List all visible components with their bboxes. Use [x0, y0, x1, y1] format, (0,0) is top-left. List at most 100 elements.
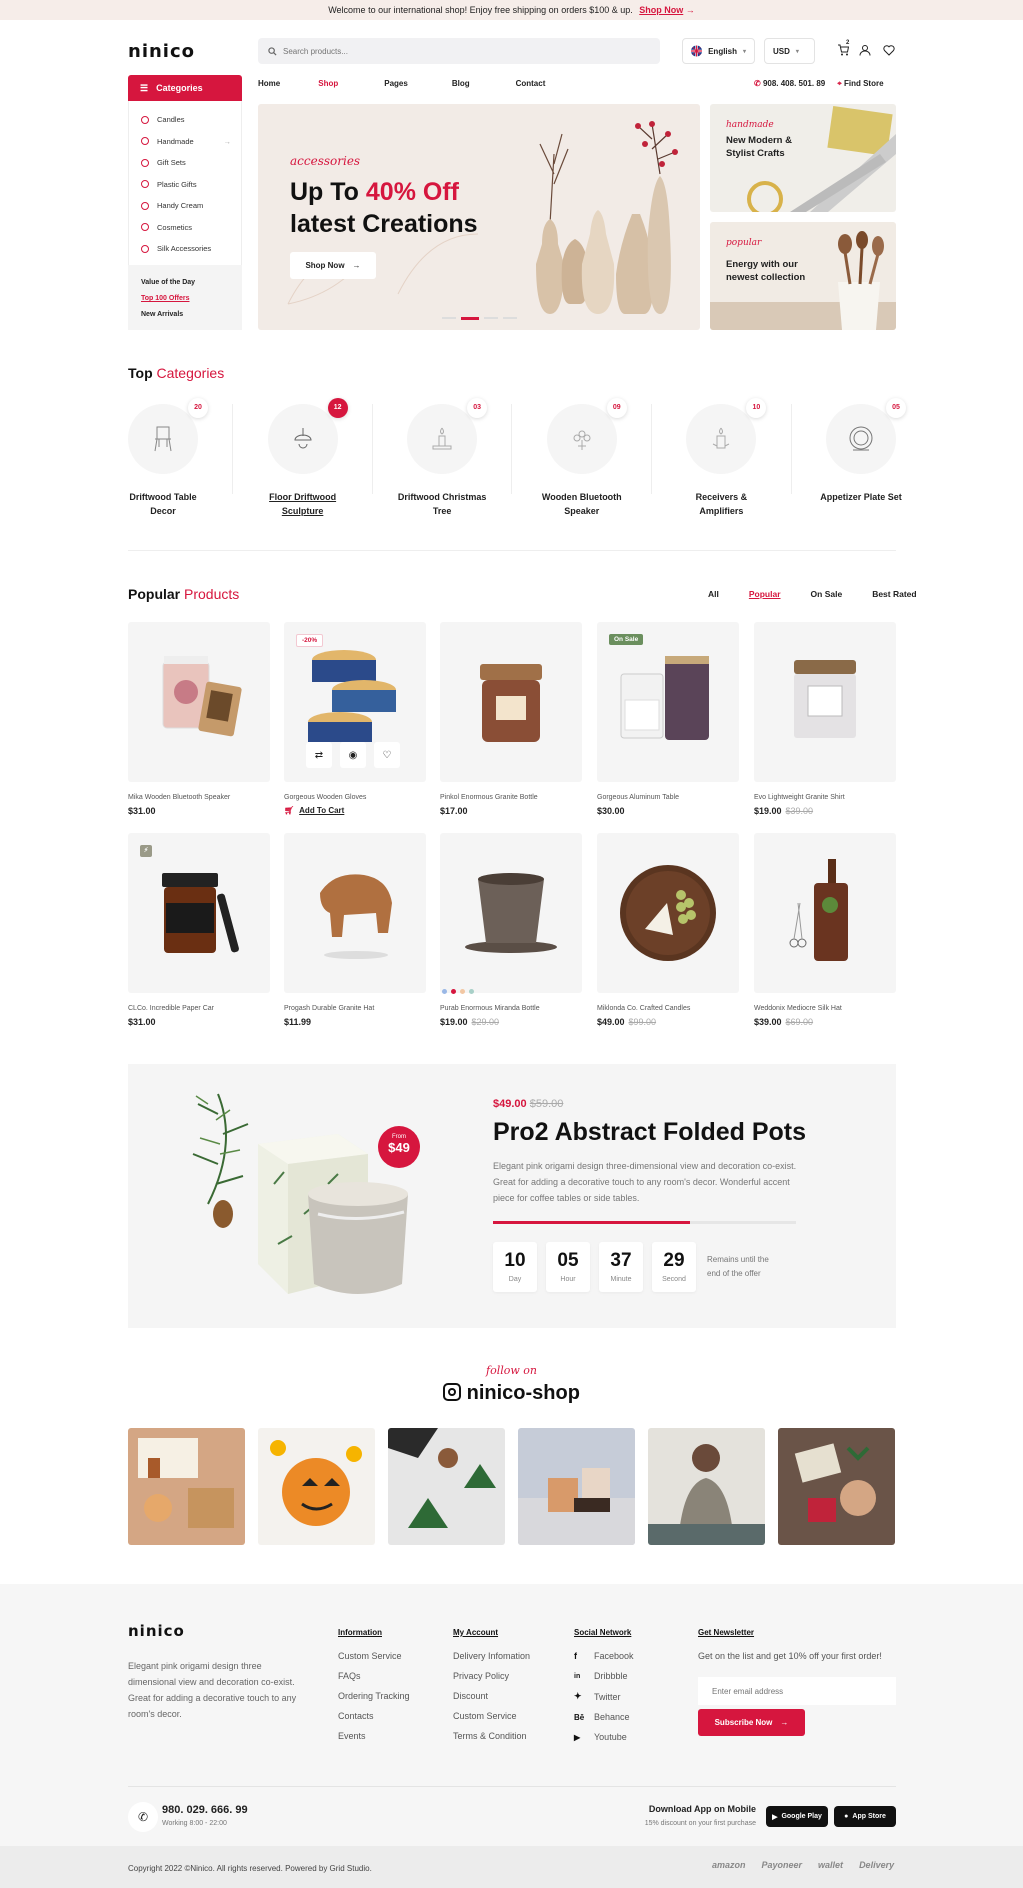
product-name[interactable]: Evo Lightweight Granite Shirt — [754, 794, 896, 801]
tab-popular[interactable]: Popular — [749, 589, 781, 599]
product-card[interactable]: Mika Wooden Bluetooth Speaker $31.00 — [128, 622, 270, 816]
nav-blog[interactable]: Blog — [452, 79, 470, 88]
footer-link[interactable]: FAQs — [338, 1671, 410, 1681]
nav-shop[interactable]: Shop — [318, 79, 338, 88]
instagram-photo[interactable] — [778, 1428, 895, 1545]
google-play-button[interactable]: ▶ Google Play — [766, 1806, 828, 1827]
email-input[interactable] — [698, 1677, 896, 1705]
product-name[interactable]: Mika Wooden Bluetooth Speaker — [128, 794, 270, 801]
product-image[interactable] — [597, 833, 739, 993]
compare-icon[interactable]: ⇄ — [306, 742, 332, 768]
instagram-photo[interactable] — [518, 1428, 635, 1545]
top-category-item[interactable]: 20 Driftwood Table Decor — [128, 398, 208, 518]
product-name[interactable]: Pinkol Enormous Granite Bottle — [440, 794, 582, 801]
category-item-handy-cream[interactable]: Handy Cream — [129, 195, 241, 217]
footer-phone[interactable]: 980. 029. 666. 99 — [162, 1804, 248, 1816]
footer-link[interactable]: Contacts — [338, 1711, 410, 1721]
category-item-candles[interactable]: Candles — [129, 109, 241, 131]
instagram-photo[interactable] — [128, 1428, 245, 1545]
footer-logo[interactable]: ninico — [128, 1622, 185, 1640]
product-image[interactable] — [754, 622, 896, 782]
footer-link[interactable]: Custom Service — [338, 1651, 410, 1661]
user-icon[interactable] — [859, 44, 871, 56]
product-name[interactable]: Purab Enormous Miranda Bottle — [440, 1005, 582, 1012]
search-input[interactable] — [283, 46, 660, 56]
popular-banner[interactable]: popular Energy with our newest collectio… — [710, 222, 896, 330]
slider-dot[interactable] — [503, 317, 517, 319]
new-arrivals-link[interactable]: New Arrivals — [141, 307, 229, 323]
product-image[interactable] — [128, 622, 270, 782]
category-item-plastic-gifts[interactable]: Plastic Gifts — [129, 174, 241, 196]
instagram-handle[interactable]: ninico-shop — [0, 1382, 1023, 1405]
nav-pages[interactable]: Pages — [384, 79, 408, 88]
social-behance[interactable]: Bē Behance — [574, 1712, 634, 1722]
social-twitter[interactable]: ✦ Twitter — [574, 1691, 634, 1702]
app-store-button[interactable]: ● App Store — [834, 1806, 896, 1827]
footer-link[interactable]: Custom Service — [453, 1711, 530, 1721]
product-name[interactable]: CLCo. Incredible Paper Car — [128, 1005, 270, 1012]
product-name[interactable]: Weddonix Mediocre Silk Hat — [754, 1005, 896, 1012]
product-image[interactable] — [440, 833, 582, 993]
instagram-photo[interactable] — [388, 1428, 505, 1545]
add-to-cart-button[interactable]: 🛒︎ Add To Cart — [284, 806, 426, 815]
category-item-cosmetics[interactable]: Cosmetics — [129, 217, 241, 239]
shop-now-link[interactable]: Shop Now — [639, 5, 683, 15]
tab-best-rated[interactable]: Best Rated — [872, 589, 916, 599]
product-image[interactable] — [284, 833, 426, 993]
currency-select[interactable]: USD ▾ — [764, 38, 815, 64]
product-card[interactable]: On Sale Gorgeous Aluminum Table $30.00 — [597, 622, 739, 816]
category-item-handmade[interactable]: Handmade → — [129, 131, 241, 153]
nav-home[interactable]: Home — [258, 79, 280, 88]
subscribe-button[interactable]: Subscribe Now → — [698, 1709, 805, 1736]
product-name[interactable]: Progash Durable Granite Hat — [284, 1005, 426, 1012]
footer-link[interactable]: Ordering Tracking — [338, 1691, 410, 1701]
footer-link[interactable]: Delivery Infomation — [453, 1651, 530, 1661]
top-offers-link[interactable]: Top 100 Offers — [141, 291, 229, 307]
slider-dot[interactable] — [442, 317, 456, 319]
top-category-item[interactable]: 12 Floor Driftwood Sculpture — [267, 398, 348, 518]
social-facebook[interactable]: f Facebook — [574, 1651, 634, 1661]
slider-dot[interactable] — [484, 317, 498, 319]
product-card[interactable]: Miklonda Co. Crafted Candles $49.00 $99.0… — [597, 833, 739, 1027]
product-image[interactable]: On Sale — [597, 622, 739, 782]
heart-icon[interactable]: ♡ — [374, 742, 400, 768]
swatch[interactable] — [469, 989, 474, 994]
category-item-silk-accessories[interactable]: Silk Accessories — [129, 238, 241, 260]
nav-contact[interactable]: Contact — [516, 79, 546, 88]
product-card[interactable]: Purab Enormous Miranda Bottle $19.00 $29.… — [440, 833, 582, 1027]
product-card[interactable]: Weddonix Mediocre Silk Hat $39.00 $69.00 — [754, 833, 896, 1027]
tab-all[interactable]: All — [708, 589, 719, 599]
slider-dot-active[interactable] — [461, 317, 479, 320]
product-name[interactable]: Gorgeous Aluminum Table — [597, 794, 739, 801]
heart-icon[interactable] — [883, 44, 895, 56]
product-image[interactable] — [754, 833, 896, 993]
product-card[interactable]: Progash Durable Granite Hat $11.99 — [284, 833, 426, 1027]
swatch[interactable] — [460, 989, 465, 994]
footer-link[interactable]: Events — [338, 1731, 410, 1741]
top-category-item[interactable]: 03 Driftwood Christmas Tree — [398, 398, 488, 518]
instagram-photo[interactable] — [258, 1428, 375, 1545]
hero-shop-now-button[interactable]: Shop Now → — [290, 252, 376, 279]
eye-icon[interactable]: ◉ — [340, 742, 366, 768]
product-image[interactable]: -20% ⇄ ◉ ♡ — [284, 622, 426, 782]
find-store-link[interactable]: ⌖ Find Store — [837, 79, 883, 89]
footer-link[interactable]: Terms & Condition — [453, 1731, 530, 1741]
logo[interactable]: ninico — [128, 41, 195, 62]
swatch[interactable] — [442, 989, 447, 994]
product-card[interactable]: Pinkol Enormous Granite Bottle $17.00 — [440, 622, 582, 816]
top-category-item[interactable]: 05 Appetizer Plate Set — [820, 398, 906, 504]
product-name[interactable]: Gorgeous Wooden Gloves — [284, 794, 426, 801]
language-select[interactable]: English ▾ — [682, 38, 755, 64]
instagram-photo[interactable] — [648, 1428, 765, 1545]
top-category-item[interactable]: 09 Wooden Bluetooth Speaker — [542, 398, 627, 518]
swatch[interactable] — [451, 989, 456, 994]
phone-link[interactable]: ✆ 908. 408. 501. 89 — [754, 79, 825, 89]
product-card[interactable]: ⚡︎ CLCo. Incredible Paper Car $31.00 — [128, 833, 270, 1027]
category-item-gift-sets[interactable]: Gift Sets — [129, 152, 241, 174]
social-dribbble[interactable]: in Dribbble — [574, 1671, 634, 1681]
product-name[interactable]: Miklonda Co. Crafted Candles — [597, 1005, 739, 1012]
product-card[interactable]: Evo Lightweight Granite Shirt $19.00 $39.… — [754, 622, 896, 816]
handmade-banner[interactable]: handmade New Modern & Stylist Crafts — [710, 104, 896, 212]
categories-button[interactable]: ☰ Categories — [128, 75, 242, 101]
footer-link[interactable]: Discount — [453, 1691, 530, 1701]
